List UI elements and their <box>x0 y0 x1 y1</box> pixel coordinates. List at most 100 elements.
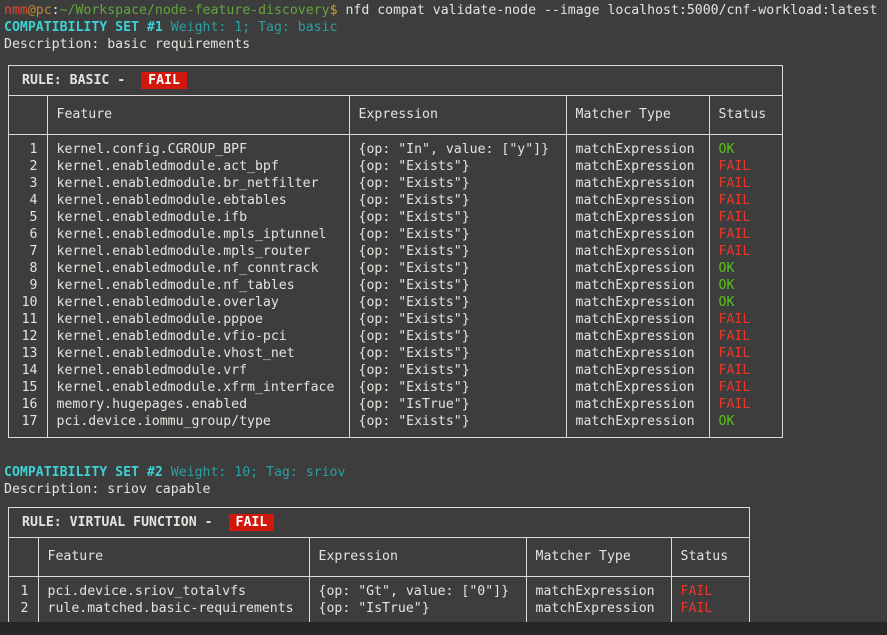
col-header-num <box>9 96 47 135</box>
matcher-type-cell: matchExpression <box>566 243 709 260</box>
set1-description: Description: basic requirements <box>0 36 887 53</box>
matcher-type-cell: matchExpression <box>526 600 671 624</box>
status-cell: FAIL <box>709 328 782 345</box>
feature-cell: kernel.enabledmodule.act_bpf <box>47 158 349 175</box>
row-number-cell: 14 <box>9 362 47 379</box>
expression-cell: {op: "Exists"} <box>349 379 566 396</box>
col-header-matcher-type: Matcher Type <box>566 96 709 135</box>
matcher-type-cell: matchExpression <box>566 311 709 328</box>
matcher-type-cell: matchExpression <box>566 209 709 226</box>
feature-cell: kernel.enabledmodule.br_netfilter <box>47 175 349 192</box>
expression-cell: {op: "Exists"} <box>349 260 566 277</box>
expression-cell: {op: "In", value: ["y"]} <box>349 135 566 159</box>
matcher-type-cell: matchExpression <box>566 277 709 294</box>
table-row: 6kernel.enabledmodule.mpls_iptunnel{op: … <box>9 226 782 243</box>
matcher-type-cell: matchExpression <box>566 294 709 311</box>
expression-cell: {op: "IsTrue"} <box>309 600 526 624</box>
status-cell: FAIL <box>709 243 782 260</box>
col-header-num <box>9 538 38 577</box>
expression-cell: {op: "Gt", value: ["0"]} <box>309 577 526 601</box>
set2-meta: Weight: 10; Tag: sriov <box>163 465 346 480</box>
table-row: 4kernel.enabledmodule.ebtables{op: "Exis… <box>9 192 782 209</box>
set1-meta: Weight: 1; Tag: basic <box>163 20 338 35</box>
status-cell: FAIL <box>709 175 782 192</box>
status-cell: OK <box>709 135 782 159</box>
table-row: 1pci.device.sriov_totalvfs{op: "Gt", val… <box>9 577 749 601</box>
row-number-cell: 13 <box>9 345 47 362</box>
status-cell: OK <box>709 294 782 311</box>
feature-cell: kernel.enabledmodule.vfio-pci <box>47 328 349 345</box>
table-row: 10kernel.enabledmodule.overlay{op: "Exis… <box>9 294 782 311</box>
status-cell: FAIL <box>709 379 782 396</box>
col-header-matcher-type: Matcher Type <box>526 538 671 577</box>
feature-cell: kernel.enabledmodule.nf_tables <box>47 277 349 294</box>
col-header-status: Status <box>671 538 749 577</box>
prompt-path: ~/Workspace/node-feature-discovery <box>60 3 330 18</box>
expression-cell: {op: "Exists"} <box>349 362 566 379</box>
table-row: 11kernel.enabledmodule.pppoe{op: "Exists… <box>9 311 782 328</box>
expression-cell: {op: "Exists"} <box>349 192 566 209</box>
col-header-expression: Expression <box>309 538 526 577</box>
expression-cell: {op: "Exists"} <box>349 345 566 362</box>
feature-cell: kernel.enabledmodule.ebtables <box>47 192 349 209</box>
feature-cell: rule.matched.basic-requirements <box>38 600 309 624</box>
matcher-type-cell: matchExpression <box>566 192 709 209</box>
matcher-type-cell: matchExpression <box>566 396 709 413</box>
status-cell: OK <box>709 277 782 294</box>
table-row: 17pci.device.iommu_group/type{op: "Exist… <box>9 413 782 437</box>
status-cell: FAIL <box>709 311 782 328</box>
row-number-cell: 8 <box>9 260 47 277</box>
status-cell: FAIL <box>709 396 782 413</box>
rule-virtual-function-table: Feature Expression Matcher Type Status 1… <box>9 538 749 624</box>
row-number-cell: 11 <box>9 311 47 328</box>
feature-cell: pci.device.iommu_group/type <box>47 413 349 437</box>
rule-table-basic: RULE: BASIC - FAIL Feature Expression Ma… <box>8 65 783 438</box>
command-text: nfd compat validate-node --image localho… <box>338 3 878 18</box>
feature-cell: kernel.enabledmodule.mpls_router <box>47 243 349 260</box>
status-cell: FAIL <box>671 600 749 624</box>
set1-title: COMPATIBILITY SET #1 <box>4 20 163 35</box>
row-number-cell: 3 <box>9 175 47 192</box>
status-badge: FAIL <box>141 72 187 89</box>
col-header-expression: Expression <box>349 96 566 135</box>
table-row: 7kernel.enabledmodule.mpls_router{op: "E… <box>9 243 782 260</box>
feature-cell: kernel.enabledmodule.ifb <box>47 209 349 226</box>
matcher-type-cell: matchExpression <box>526 577 671 601</box>
table-row: 3kernel.enabledmodule.br_netfilter{op: "… <box>9 175 782 192</box>
table-row: 13kernel.enabledmodule.vhost_net{op: "Ex… <box>9 345 782 362</box>
matcher-type-cell: matchExpression <box>566 158 709 175</box>
matcher-type-cell: matchExpression <box>566 379 709 396</box>
matcher-type-cell: matchExpression <box>566 345 709 362</box>
table-header-row: Feature Expression Matcher Type Status <box>9 538 749 577</box>
expression-cell: {op: "Exists"} <box>349 328 566 345</box>
matcher-type-cell: matchExpression <box>566 226 709 243</box>
feature-cell: kernel.config.CGROUP_BPF <box>47 135 349 159</box>
set2-description: Description: sriov capable <box>0 481 887 498</box>
table-row: 2kernel.enabledmodule.act_bpf{op: "Exist… <box>9 158 782 175</box>
terminal-screen[interactable]: nmm@pc:~/Workspace/node-feature-discover… <box>0 0 887 635</box>
set2-title: COMPATIBILITY SET #2 <box>4 465 163 480</box>
table-row: 2rule.matched.basic-requirements{op: "Is… <box>9 600 749 624</box>
col-header-feature: Feature <box>47 96 349 135</box>
rule-label: RULE: VIRTUAL FUNCTION - <box>22 515 221 530</box>
row-number-cell: 2 <box>9 600 38 624</box>
col-header-status: Status <box>709 96 782 135</box>
row-number-cell: 7 <box>9 243 47 260</box>
feature-cell: pci.device.sriov_totalvfs <box>38 577 309 601</box>
row-number-cell: 1 <box>9 135 47 159</box>
table-row: 16memory.hugepages.enabled{op: "IsTrue"}… <box>9 396 782 413</box>
row-number-cell: 2 <box>9 158 47 175</box>
row-number-cell: 5 <box>9 209 47 226</box>
row-number-cell: 9 <box>9 277 47 294</box>
expression-cell: {op: "Exists"} <box>349 294 566 311</box>
expression-cell: {op: "Exists"} <box>349 209 566 226</box>
row-number-cell: 6 <box>9 226 47 243</box>
rule-table-virtual-function: RULE: VIRTUAL FUNCTION - FAIL Feature Ex… <box>8 507 750 625</box>
expression-cell: {op: "Exists"} <box>349 311 566 328</box>
row-number-cell: 4 <box>9 192 47 209</box>
matcher-type-cell: matchExpression <box>566 328 709 345</box>
col-header-feature: Feature <box>38 538 309 577</box>
feature-cell: kernel.enabledmodule.nf_conntrack <box>47 260 349 277</box>
expression-cell: {op: "Exists"} <box>349 277 566 294</box>
row-number-cell: 10 <box>9 294 47 311</box>
